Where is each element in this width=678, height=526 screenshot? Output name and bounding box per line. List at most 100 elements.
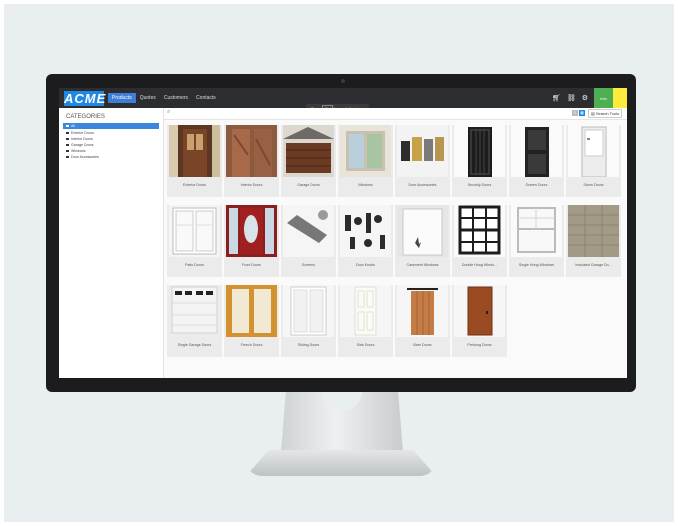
- category-label: Exterior Doors: [71, 130, 94, 135]
- interior-doors-image: [226, 125, 277, 177]
- product-tile[interactable]: Screen Doors: [509, 125, 564, 197]
- product-label: Casement Windows: [406, 263, 439, 267]
- folder-icon: [66, 155, 69, 158]
- product-label: Single Hung Windows: [518, 263, 555, 267]
- barn-doors-image: [397, 285, 448, 337]
- product-tile[interactable]: Slab Doors: [338, 285, 393, 357]
- product-tile[interactable]: Insulated Garage Do...: [566, 205, 621, 277]
- product-label: Patio Doors: [185, 263, 204, 267]
- product-tile[interactable]: Front Doors: [224, 205, 279, 277]
- search-tools-label: Search Tools: [595, 111, 619, 116]
- search-tools-button[interactable]: ▤ Search Tools: [588, 109, 622, 118]
- product-tile[interactable]: Windows: [338, 125, 393, 197]
- folder-icon: [66, 143, 69, 146]
- list-view-toggle[interactable]: ≡: [572, 110, 578, 116]
- user-avatar[interactable]: [613, 88, 627, 108]
- door-accessories-image: [397, 125, 448, 177]
- french-doors-image: [226, 285, 277, 337]
- storm-doors-image: [568, 125, 619, 177]
- category-all[interactable]: All: [63, 123, 159, 129]
- acme-logo[interactable]: ACME: [64, 90, 105, 106]
- product-tile[interactable]: Security Doors: [452, 125, 507, 197]
- category-label: Interior Doors: [71, 136, 93, 141]
- product-tile[interactable]: Patio Doors: [167, 205, 222, 277]
- status-badge[interactable]: Info: [594, 88, 613, 108]
- nav-quotes[interactable]: Quotes: [136, 93, 160, 103]
- sliding-doors-image: [283, 285, 334, 337]
- product-label: French Doors: [240, 343, 263, 347]
- categories-sidebar: CATEGORIES All Exterior Doors Interior D…: [59, 108, 164, 378]
- category-exterior-doors[interactable]: Exterior Doors: [63, 130, 159, 135]
- product-label: Interior Doors: [240, 183, 263, 187]
- product-tile[interactable]: Door Knobs: [338, 205, 393, 277]
- product-tile[interactable]: Storm Doors: [566, 125, 621, 197]
- screens-image: [283, 205, 334, 257]
- product-label: Screens: [301, 263, 316, 267]
- product-label: Double Hung Windo...: [461, 263, 498, 267]
- product-tile[interactable]: Double Hung Windo...: [452, 205, 507, 277]
- product-tile[interactable]: Door Accessories: [395, 125, 450, 197]
- category-label: Door Accessories: [71, 154, 99, 159]
- product-tile[interactable]: Garage Doors: [281, 125, 336, 197]
- door-knobs-image: [340, 205, 391, 257]
- category-interior-doors[interactable]: Interior Doors: [63, 136, 159, 141]
- link-icon[interactable]: ⛓︎: [567, 94, 576, 102]
- category-door-accessories[interactable]: Door Accessories: [63, 154, 159, 159]
- single-hung-windows-image: [511, 205, 562, 257]
- category-label: Garage Doors: [71, 142, 94, 147]
- gear-icon[interactable]: ⚙︎: [582, 94, 588, 102]
- nav-products[interactable]: Products: [108, 93, 136, 103]
- product-label: Storm Doors: [583, 183, 604, 187]
- folder-icon: [66, 131, 69, 134]
- product-tile[interactable]: Screens: [281, 205, 336, 277]
- app-screen: ACME Products Quotes Customers Contacts …: [59, 88, 627, 378]
- patio-doors-image: [169, 205, 220, 257]
- product-label: Garage Doors: [297, 183, 320, 187]
- product-label: Exterior Doors: [183, 183, 206, 187]
- prehung-doors-image: [454, 285, 505, 337]
- camera-dot: [341, 79, 345, 83]
- nav-customers[interactable]: Customers: [160, 93, 192, 103]
- category-list: All Exterior Doors Interior Doors Garage…: [59, 123, 163, 159]
- cart-icon[interactable]: 🛒︎: [552, 94, 561, 102]
- product-tile[interactable]: Exterior Doors: [167, 125, 222, 197]
- product-label: Door Knobs: [356, 263, 375, 267]
- product-label: Screen Doors: [525, 183, 548, 187]
- product-catalog: ⌕ ≡ ▦ ▤ Search Tools Exterior Doors Inte…: [164, 108, 627, 378]
- product-label: Insulated Garage Do...: [575, 263, 612, 267]
- category-label: All: [71, 124, 75, 128]
- product-tile[interactable]: Interior Doors: [224, 125, 279, 197]
- garage-doors-image: [283, 125, 334, 177]
- exterior-doors-image: [169, 125, 220, 177]
- double-hung-windows-image: [454, 205, 505, 257]
- windows-image: [340, 125, 391, 177]
- product-tile[interactable]: Sliding Doors: [281, 285, 336, 357]
- front-doors-image: [226, 205, 277, 257]
- product-tile[interactable]: Prehung Doors: [452, 285, 507, 357]
- casement-windows-image: [397, 205, 448, 257]
- product-tile[interactable]: French Doors: [224, 285, 279, 357]
- product-label: Door Accessories: [408, 183, 437, 187]
- categories-title: CATEGORIES: [66, 114, 105, 120]
- nav-contacts[interactable]: Contacts: [192, 93, 220, 103]
- category-label: Windows: [71, 148, 86, 153]
- top-icons: 🛒︎ ⛓︎ ⚙︎ Info: [549, 88, 627, 108]
- category-windows[interactable]: Windows: [63, 148, 159, 153]
- folder-icon: [66, 125, 69, 127]
- product-tile[interactable]: Single Hung Windows: [509, 205, 564, 277]
- product-tile[interactable]: Single Garage Doors: [167, 285, 222, 357]
- grid-view-toggle[interactable]: ▦: [579, 110, 585, 116]
- category-garage-doors[interactable]: Garage Doors: [63, 142, 159, 147]
- product-label: Slab Doors: [356, 343, 375, 347]
- product-label: Single Garage Doors: [177, 343, 212, 347]
- folder-icon: [66, 137, 69, 140]
- product-label: Barn Doors: [413, 343, 432, 347]
- product-label: Security Doors: [467, 183, 492, 187]
- product-label: Windows: [358, 183, 373, 187]
- product-tile[interactable]: Casement Windows: [395, 205, 450, 277]
- slab-doors-image: [340, 285, 391, 337]
- product-tile[interactable]: Barn Doors: [395, 285, 450, 357]
- insulated-garage-doors-image: [568, 205, 619, 257]
- monitor-stand-base: [246, 450, 436, 476]
- search-icon[interactable]: ⌕: [167, 109, 170, 116]
